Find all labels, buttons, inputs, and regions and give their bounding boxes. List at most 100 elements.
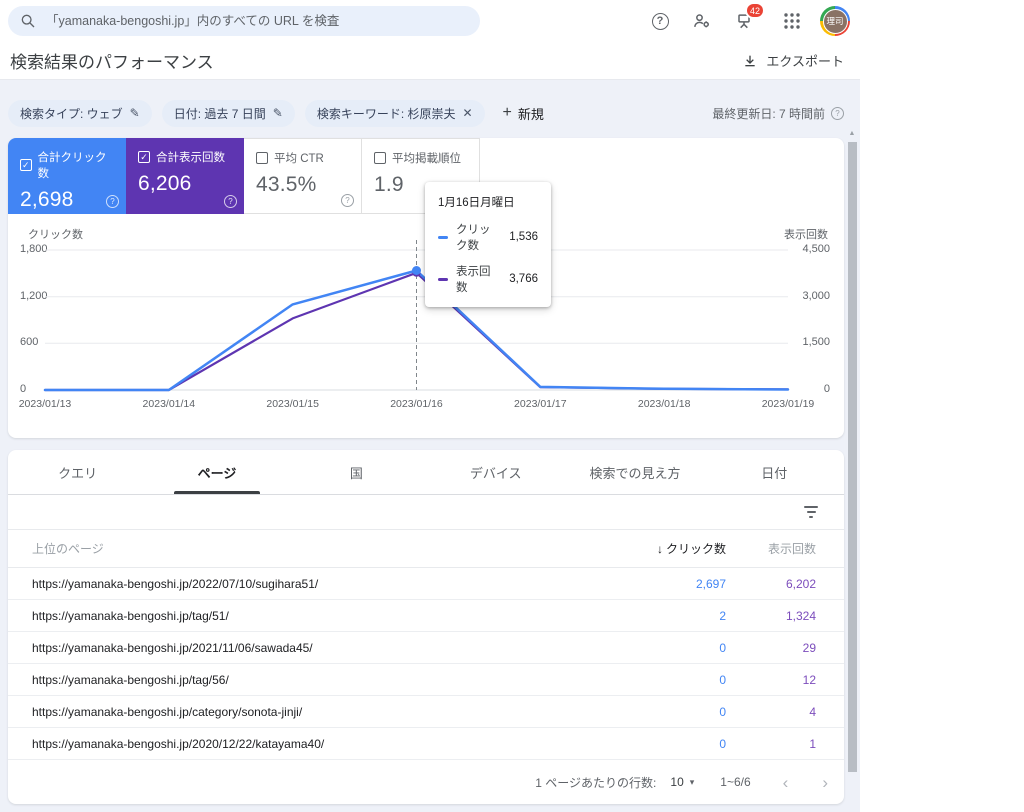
filter-chip-search-type[interactable]: 検索タイプ: ウェブ ✎ bbox=[8, 100, 152, 127]
apps-grid-button[interactable] bbox=[780, 9, 804, 33]
metric-value: 6,206 bbox=[138, 172, 232, 196]
checkbox-checked-icon[interactable]: ✓ bbox=[20, 159, 32, 171]
user-gear-icon bbox=[692, 11, 712, 31]
chip-label: 日付: 過去 7 日間 bbox=[174, 105, 266, 122]
clicks-value: 0 bbox=[606, 737, 726, 751]
chart-tooltip: 1月16日月曜日 クリック数 1,536 表示回数 3,766 bbox=[425, 182, 551, 307]
chip-label: 検索タイプ: ウェブ bbox=[20, 105, 123, 122]
help-icon[interactable]: ? bbox=[831, 107, 844, 120]
scroll-up-arrow-icon[interactable]: ▲ bbox=[846, 128, 858, 140]
clicks-legend-dash bbox=[438, 236, 448, 239]
page-url-link[interactable]: https://yamanaka-bengoshi.jp/2020/12/22/… bbox=[8, 737, 606, 751]
metric-label: 合計表示回数 bbox=[156, 149, 225, 165]
scrollbar-thumb[interactable] bbox=[848, 142, 857, 772]
filter-bar: 検索タイプ: ウェブ ✎ 日付: 過去 7 日間 ✎ 検索キーワード: 杉原崇夫… bbox=[0, 80, 860, 134]
help-icon[interactable]: ? bbox=[341, 194, 354, 207]
table-row: https://yamanaka-bengoshi.jp/2021/11/06/… bbox=[8, 632, 844, 664]
url-inspect-searchbar[interactable] bbox=[8, 6, 480, 36]
checkbox-checked-icon[interactable]: ✓ bbox=[138, 151, 150, 163]
impressions-value: 29 bbox=[726, 641, 844, 655]
user-settings-button[interactable] bbox=[690, 9, 714, 33]
clicks-hover-dot bbox=[412, 266, 421, 275]
table-body: https://yamanaka-bengoshi.jp/2022/07/10/… bbox=[8, 568, 844, 760]
edit-icon: ✎ bbox=[130, 106, 140, 120]
metric-label: 合計クリック数 bbox=[38, 149, 115, 181]
search-console-app: ? 42 bbox=[0, 0, 860, 812]
page-url-link[interactable]: https://yamanaka-bengoshi.jp/2021/11/06/… bbox=[8, 641, 606, 655]
filter-icon[interactable] bbox=[800, 502, 822, 522]
metric-value: 2,698 bbox=[20, 188, 114, 212]
column-header-impressions[interactable]: 表示回数 bbox=[726, 540, 844, 557]
filter-chip-date[interactable]: 日付: 過去 7 日間 ✎ bbox=[162, 100, 295, 127]
sort-desc-icon: ↓ bbox=[657, 542, 663, 556]
x-axis-label: 2023/01/16 bbox=[377, 398, 457, 410]
chip-label: 検索キーワード: 杉原崇夫 bbox=[317, 105, 456, 122]
clicks-line bbox=[45, 271, 788, 391]
column-header-clicks[interactable]: ↓クリック数 bbox=[606, 540, 726, 557]
vertical-scrollbar[interactable]: ▲ bbox=[846, 128, 858, 812]
impressions-value: 6,202 bbox=[726, 577, 844, 591]
close-icon[interactable]: ✕ bbox=[462, 106, 472, 120]
metric-label: 平均掲載順位 bbox=[392, 150, 461, 166]
tab-dates[interactable]: 日付 bbox=[705, 450, 844, 494]
clicks-value: 0 bbox=[606, 641, 726, 655]
tab-queries[interactable]: クエリ bbox=[8, 450, 147, 494]
help-icon[interactable]: ? bbox=[224, 195, 237, 208]
table-row: https://yamanaka-bengoshi.jp/category/so… bbox=[8, 696, 844, 728]
edit-icon: ✎ bbox=[273, 106, 283, 120]
checkbox-unchecked-icon[interactable] bbox=[374, 152, 386, 164]
search-icon bbox=[20, 13, 36, 29]
new-filter-button[interactable]: + 新規 bbox=[503, 104, 544, 123]
tooltip-value: 3,766 bbox=[509, 273, 538, 285]
table-pagination: 1 ページあたりの行数: 10 ▾ 1~6/6 ‹ › bbox=[8, 760, 844, 804]
metric-tile-average-ctr[interactable]: 平均 CTR 43.5% ? bbox=[244, 138, 362, 214]
table-row: https://yamanaka-bengoshi.jp/2020/12/22/… bbox=[8, 728, 844, 760]
tab-devices[interactable]: デバイス bbox=[426, 450, 565, 494]
impressions-value: 12 bbox=[726, 673, 844, 687]
export-label: エクスポート bbox=[766, 51, 844, 70]
table-row: https://yamanaka-bengoshi.jp/tag/51/21,3… bbox=[8, 600, 844, 632]
tooltip-date: 1月16日月曜日 bbox=[438, 194, 538, 210]
help-button[interactable]: ? bbox=[648, 9, 672, 33]
rows-per-page-select[interactable]: 10 ▾ bbox=[670, 775, 694, 789]
help-icon[interactable]: ? bbox=[106, 195, 119, 208]
page-url-link[interactable]: https://yamanaka-bengoshi.jp/tag/51/ bbox=[8, 609, 606, 623]
tab-pages[interactable]: ページ bbox=[147, 450, 286, 494]
next-page-button[interactable]: › bbox=[822, 774, 828, 791]
page-url-link[interactable]: https://yamanaka-bengoshi.jp/category/so… bbox=[8, 705, 606, 719]
dimension-tabs: クエリ ページ 国 デバイス 検索での見え方 日付 bbox=[8, 450, 844, 495]
notification-badge: 42 bbox=[745, 2, 765, 19]
clicks-value: 2 bbox=[606, 609, 726, 623]
metric-label: 平均 CTR bbox=[274, 150, 324, 166]
clicks-value: 0 bbox=[606, 673, 726, 687]
avatar-initials: 理司 bbox=[823, 9, 848, 34]
column-header-page[interactable]: 上位のページ bbox=[8, 540, 606, 557]
plus-icon: + bbox=[503, 104, 512, 122]
account-avatar[interactable]: 理司 bbox=[820, 6, 850, 36]
tab-countries[interactable]: 国 bbox=[287, 450, 426, 494]
filter-chip-keyword[interactable]: 検索キーワード: 杉原崇夫 ✕ bbox=[305, 100, 485, 127]
rows-per-page-label: 1 ページあたりの行数: bbox=[535, 774, 656, 791]
page-url-link[interactable]: https://yamanaka-bengoshi.jp/2022/07/10/… bbox=[8, 577, 606, 591]
x-axis-label: 2023/01/13 bbox=[5, 398, 85, 410]
tooltip-label: クリック数 bbox=[456, 221, 501, 253]
export-button[interactable]: エクスポート bbox=[742, 51, 844, 70]
previous-page-button[interactable]: ‹ bbox=[783, 774, 789, 791]
x-axis-label: 2023/01/19 bbox=[748, 398, 828, 410]
topbar: ? 42 bbox=[0, 0, 860, 42]
impressions-value: 1 bbox=[726, 737, 844, 751]
impressions-legend-dash bbox=[438, 278, 448, 281]
tooltip-label: 表示回数 bbox=[456, 263, 501, 295]
table-filter-row bbox=[8, 495, 844, 530]
last-updated: 最終更新日: 7 時間前 ? bbox=[712, 105, 844, 122]
message-center-button[interactable]: 42 bbox=[732, 9, 756, 33]
table-row: https://yamanaka-bengoshi.jp/2022/07/10/… bbox=[8, 568, 844, 600]
metric-tile-total-clicks[interactable]: ✓ 合計クリック数 2,698 ? bbox=[8, 138, 126, 214]
metric-tile-total-impressions[interactable]: ✓ 合計表示回数 6,206 ? bbox=[126, 138, 244, 214]
checkbox-unchecked-icon[interactable] bbox=[256, 152, 268, 164]
x-axis-label: 2023/01/17 bbox=[500, 398, 580, 410]
new-filter-label: 新規 bbox=[518, 104, 544, 123]
page-url-link[interactable]: https://yamanaka-bengoshi.jp/tag/56/ bbox=[8, 673, 606, 687]
url-inspect-input[interactable] bbox=[46, 14, 468, 28]
tab-search-appearance[interactable]: 検索での見え方 bbox=[565, 450, 704, 494]
